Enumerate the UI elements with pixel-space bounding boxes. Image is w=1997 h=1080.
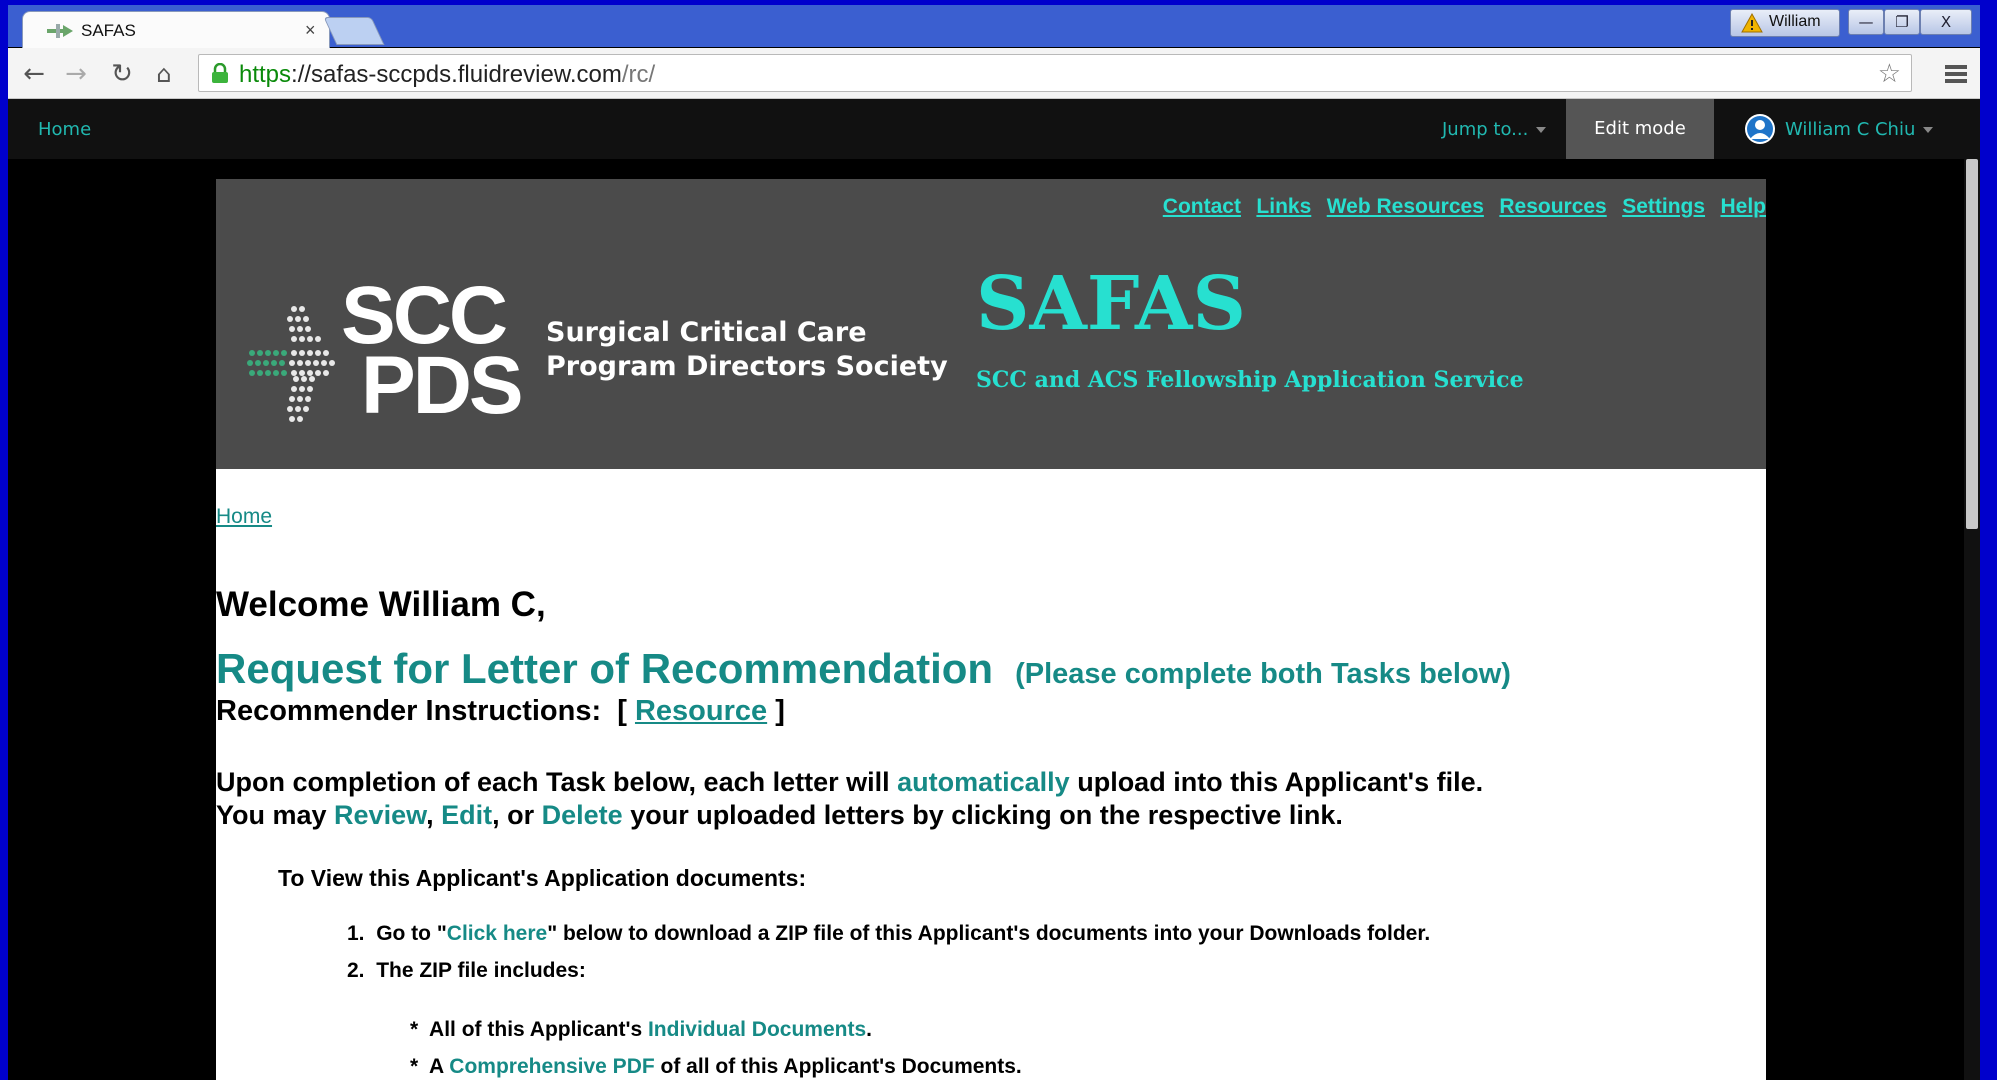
close-window-button[interactable]: X [1920,9,1972,35]
request-title-main: Request for Letter of Recommendation [216,645,994,692]
minimize-button[interactable]: — [1848,9,1884,35]
site-title: SAFAS [976,261,1246,347]
menu-icon[interactable] [1944,64,1968,84]
browser-toolbar: ← → ↻ ⌂ https://safas-sccpds.fluidreview… [8,48,1980,99]
edit-text: Edit [441,800,493,830]
lock-icon [212,63,228,83]
request-title-note: (Please complete both Tasks below) [1015,658,1511,690]
request-title: Request for Letter of Recommendation (Ple… [216,645,1511,693]
review-text: Review [334,800,427,830]
list-item: 1. Go to "Click here" below to download … [347,922,1431,945]
list-item: * A Comprehensive PDF of all of this App… [410,1055,1022,1078]
welcome-heading: Welcome William C, [216,585,546,624]
site-subtitle: SCC and ACS Fellowship Application Servi… [976,367,1524,393]
help-link[interactable]: Help [1720,195,1766,218]
chevron-down-icon [1536,127,1547,133]
logo-pds-text: PDS [361,340,524,431]
click-here-link[interactable]: Click here [447,922,547,945]
web-resources-link[interactable]: Web Resources [1327,195,1484,218]
forward-arrow-icon[interactable]: → [60,58,92,90]
settings-link[interactable]: Settings [1622,195,1705,218]
individual-documents-link[interactable]: Individual Documents [648,1018,866,1041]
app-navbar: Home Jump to... Edit mode William C Chiu [8,99,1980,159]
vertical-scrollbar[interactable] [1964,159,1980,1080]
url-text: https://safas-sccpds.fluidreview.com/rc/ [239,61,656,88]
resource-link[interactable]: Resource [635,695,767,727]
view-documents-heading: To View this Applicant's Application doc… [278,865,807,891]
list-item: * All of this Applicant's Individual Doc… [410,1018,872,1041]
chevron-down-icon [1923,127,1934,133]
page-content: Contact Links Web Resources Resources Se… [216,179,1766,1080]
logo-org-line1: Surgical Critical Care [546,317,867,348]
browser-window: SAFAS × William — ❐ X ← → ↻ ⌂ https://sa… [8,5,1980,1080]
comprehensive-pdf-link[interactable]: Comprehensive PDF [449,1055,654,1078]
user-menu-dropdown[interactable]: William C Chiu [1785,119,1934,140]
logo-org-line2: Program Directors Society [546,351,948,382]
arrow-cross-icon [47,24,73,38]
recommender-instructions: Recommender Instructions: [ Resource ] [216,695,785,727]
profile-button[interactable]: William [1730,9,1840,37]
tab-close-icon[interactable]: × [305,20,316,41]
nav-home-link[interactable]: Home [38,119,91,140]
edit-mode-button[interactable]: Edit mode [1566,99,1714,159]
sccpds-logo: SCC PDS Surgical Critical Care Program D… [246,275,948,449]
scrollbar-thumb[interactable] [1966,159,1978,529]
browser-tab[interactable]: SAFAS × [22,11,330,49]
links-link[interactable]: Links [1256,195,1311,218]
jump-to-dropdown[interactable]: Jump to... [1442,119,1547,140]
tab-strip: SAFAS × William — ❐ X [8,5,1980,49]
dotted-cross-logo-mark [247,306,335,422]
address-bar[interactable]: https://safas-sccpds.fluidreview.com/rc/… [198,54,1912,92]
automatically-text: automatically [897,767,1070,797]
warning-icon [1741,13,1763,33]
completion-paragraph: Upon completion of each Task below, each… [216,767,1484,797]
reload-icon[interactable]: ↻ [106,58,138,90]
breadcrumb-home-link[interactable]: Home [216,505,272,529]
contact-link[interactable]: Contact [1163,195,1241,218]
resources-link[interactable]: Resources [1499,195,1606,218]
restore-button[interactable]: ❐ [1884,9,1920,35]
manage-letters-paragraph: You may Review, Edit, or Delete your upl… [216,800,1343,830]
home-icon[interactable]: ⌂ [148,58,180,90]
new-tab-button[interactable] [323,17,385,45]
profile-name: William [1769,13,1821,30]
back-arrow-icon[interactable]: ← [18,58,50,90]
delete-text: Delete [541,800,623,830]
tab-title: SAFAS [81,21,136,40]
list-item: 2. The ZIP file includes: [347,959,586,982]
top-links: Contact Links Web Resources Resources Se… [1152,195,1766,219]
site-banner: Contact Links Web Resources Resources Se… [216,179,1766,469]
star-icon[interactable]: ☆ [1878,59,1901,89]
user-avatar-icon[interactable] [1745,114,1775,144]
